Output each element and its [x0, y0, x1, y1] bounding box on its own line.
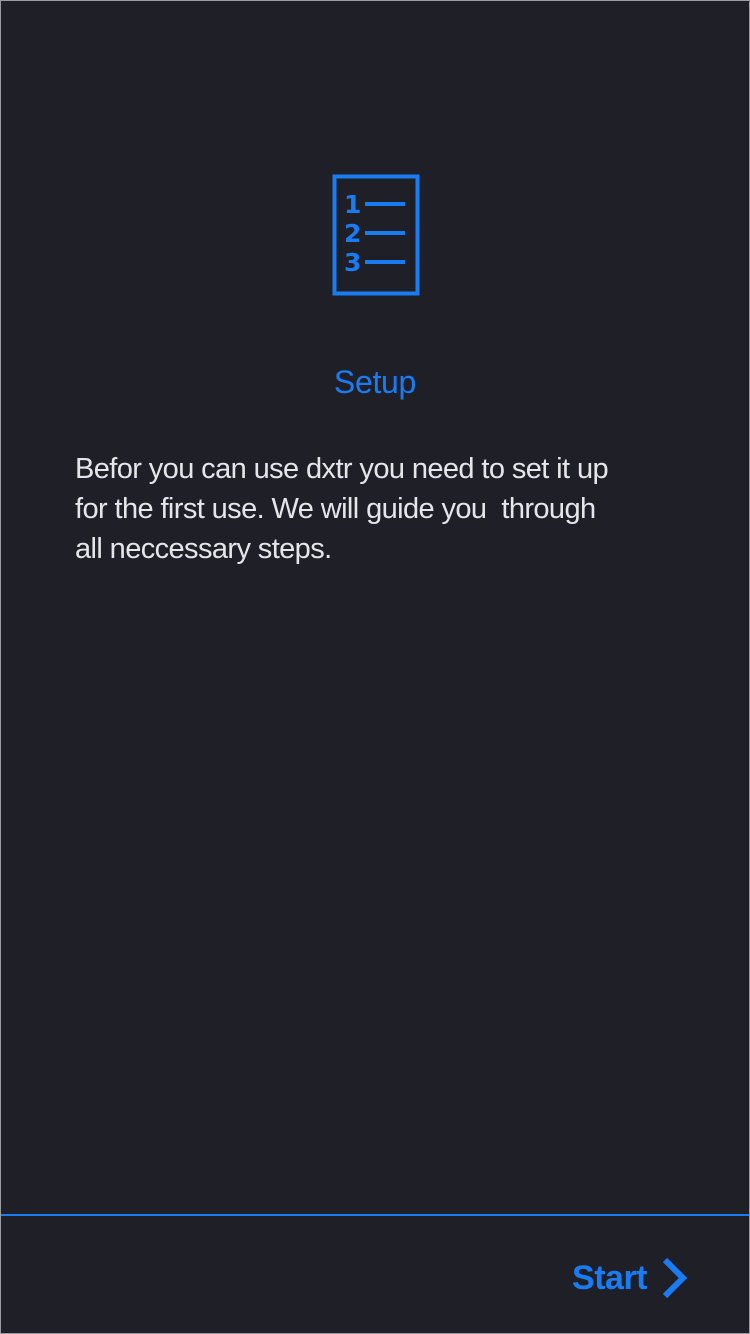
- numbered-list-icon: 1 2 3: [332, 174, 420, 296]
- start-button[interactable]: Start: [572, 1253, 689, 1303]
- list-number-2: 2: [344, 219, 361, 248]
- footer-divider: [1, 1214, 749, 1216]
- setup-screen: 1 2 3 Setup Befor you can use dxtr you n…: [0, 0, 750, 1334]
- setup-description: Befor you can use dxtr you need to set i…: [75, 453, 609, 565]
- chevron-right-icon: [662, 1257, 688, 1299]
- page-title: Setup: [333, 364, 417, 400]
- list-number-1: 1: [344, 190, 361, 219]
- start-button-label: Start: [572, 1258, 647, 1297]
- list-number-3: 3: [344, 248, 361, 277]
